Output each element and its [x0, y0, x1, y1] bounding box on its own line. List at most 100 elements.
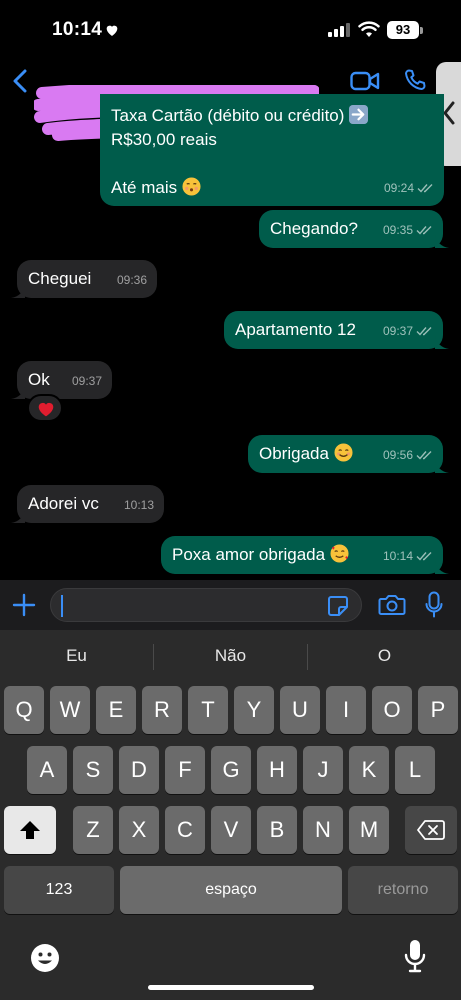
key-f[interactable]: F: [165, 746, 205, 794]
sticker-icon[interactable]: [327, 595, 349, 617]
key-n[interactable]: N: [303, 806, 343, 854]
suggestion-item[interactable]: Eu: [0, 646, 153, 666]
backspace-key[interactable]: [405, 806, 457, 854]
key-x[interactable]: X: [119, 806, 159, 854]
message-text: Poxa amor obrigada: [172, 545, 326, 564]
kissing-face-emoji-icon: [182, 177, 201, 196]
space-key[interactable]: espaço: [120, 866, 342, 914]
shift-key[interactable]: [4, 806, 56, 854]
smiling-face-with-hearts-emoji-icon: [330, 544, 349, 563]
camera-icon[interactable]: [378, 594, 406, 616]
key-c[interactable]: C: [165, 806, 205, 854]
suggestion-bar: Eu Não O: [0, 630, 461, 682]
bubble-tail: [11, 509, 25, 523]
message-bubble-outgoing[interactable]: Poxa amor obrigada 10:14: [161, 536, 449, 574]
microphone-icon[interactable]: [425, 591, 443, 619]
message-meta: 10:14: [383, 544, 433, 568]
message-meta: 09:37: [383, 319, 433, 343]
return-key[interactable]: retorno: [348, 866, 458, 914]
battery-tip: [420, 27, 423, 34]
double-check-icon: [416, 552, 432, 561]
message-text: Taxa Cartão (débito ou crédito): [111, 104, 433, 128]
message-bubble-outgoing[interactable]: Chegando? 09:35: [259, 210, 449, 248]
bubble-tail: [435, 560, 449, 574]
message-bubble-outgoing[interactable]: Obrigada 09:56: [248, 435, 449, 473]
bubble-tail: [11, 385, 25, 399]
smiling-face-emoji-icon: [334, 443, 353, 462]
backspace-icon: [417, 820, 445, 840]
bubble-tail: [435, 234, 449, 248]
key-z[interactable]: Z: [73, 806, 113, 854]
key-r[interactable]: R: [142, 686, 182, 734]
bubble-tail: [435, 459, 449, 473]
home-indicator[interactable]: [148, 985, 314, 990]
message-text: Chegando?: [270, 219, 358, 238]
key-y[interactable]: Y: [234, 686, 274, 734]
wifi-icon: [358, 21, 380, 37]
numbers-key[interactable]: 123: [4, 866, 114, 914]
message-bubble-incoming[interactable]: Ok 09:37: [11, 361, 112, 399]
message-text: Ok: [28, 370, 50, 389]
message-bubble-outgoing[interactable]: Apartamento 12 09:37: [224, 311, 449, 349]
bubble-tail: [435, 335, 449, 349]
back-chevron-icon[interactable]: [12, 69, 28, 93]
key-v[interactable]: V: [211, 806, 251, 854]
message-text: R$30,00 reais: [111, 130, 217, 149]
message-time: 10:13: [123, 498, 154, 512]
key-w[interactable]: W: [50, 686, 90, 734]
suggestion-item[interactable]: Não: [154, 646, 307, 666]
key-o[interactable]: O: [372, 686, 412, 734]
suggestion-item[interactable]: O: [308, 646, 461, 666]
emoji-keyboard-icon[interactable]: [30, 943, 60, 973]
message-reaction[interactable]: [27, 394, 63, 422]
message-text: Cheguei: [28, 269, 92, 288]
key-m[interactable]: M: [349, 806, 389, 854]
bubble-tail: [11, 284, 25, 298]
key-e[interactable]: E: [96, 686, 136, 734]
red-heart-reaction-icon: [38, 402, 54, 417]
status-bar: 10:14 93: [0, 0, 461, 60]
message-bubble-incoming[interactable]: Adorei vc 10:13: [11, 485, 164, 523]
key-t[interactable]: T: [188, 686, 228, 734]
message-list[interactable]: Taxa Cartão (débito ou crédito) R$30,00 …: [0, 94, 461, 580]
double-check-icon: [416, 451, 432, 460]
key-h[interactable]: H: [257, 746, 297, 794]
message-bubble-outgoing[interactable]: Taxa Cartão (débito ou crédito) R$30,00 …: [100, 94, 444, 206]
key-s[interactable]: S: [73, 746, 113, 794]
message-time: 09:36: [116, 273, 147, 287]
key-q[interactable]: Q: [4, 686, 44, 734]
message-meta: 09:37: [72, 369, 102, 393]
double-check-icon: [416, 226, 432, 235]
message-input[interactable]: [50, 588, 362, 622]
message-text: Obrigada: [259, 444, 329, 463]
message-text: Apartamento 12: [235, 320, 356, 339]
status-time: 10:14: [52, 19, 103, 40]
double-check-icon: [416, 327, 432, 336]
message-meta: 09:36: [117, 268, 147, 292]
key-p[interactable]: P: [418, 686, 458, 734]
heart-status-icon: [106, 25, 118, 36]
video-call-icon[interactable]: [350, 71, 380, 91]
key-l[interactable]: L: [395, 746, 435, 794]
message-time: 09:37: [382, 324, 413, 338]
message-bubble-incoming[interactable]: Cheguei 09:36: [11, 260, 157, 298]
key-a[interactable]: A: [27, 746, 67, 794]
key-d[interactable]: D: [119, 746, 159, 794]
text-cursor: [61, 595, 63, 617]
key-k[interactable]: K: [349, 746, 389, 794]
on-screen-keyboard: Eu Não O Q W E R T Y U I O P A S D F G H…: [0, 630, 461, 1000]
message-text: Adorei vc: [28, 494, 99, 513]
key-i[interactable]: I: [326, 686, 366, 734]
key-u[interactable]: U: [280, 686, 320, 734]
key-j[interactable]: J: [303, 746, 343, 794]
dictation-microphone-icon[interactable]: [404, 939, 426, 973]
phone-icon[interactable]: [403, 68, 427, 92]
double-check-icon: [417, 184, 433, 193]
key-b[interactable]: B: [257, 806, 297, 854]
message-time: 10:14: [382, 549, 413, 563]
plus-icon[interactable]: [12, 593, 36, 617]
message-meta: 09:24: [384, 176, 434, 200]
message-meta: 09:56: [383, 443, 433, 467]
message-time: 09:35: [382, 223, 413, 237]
key-g[interactable]: G: [211, 746, 251, 794]
